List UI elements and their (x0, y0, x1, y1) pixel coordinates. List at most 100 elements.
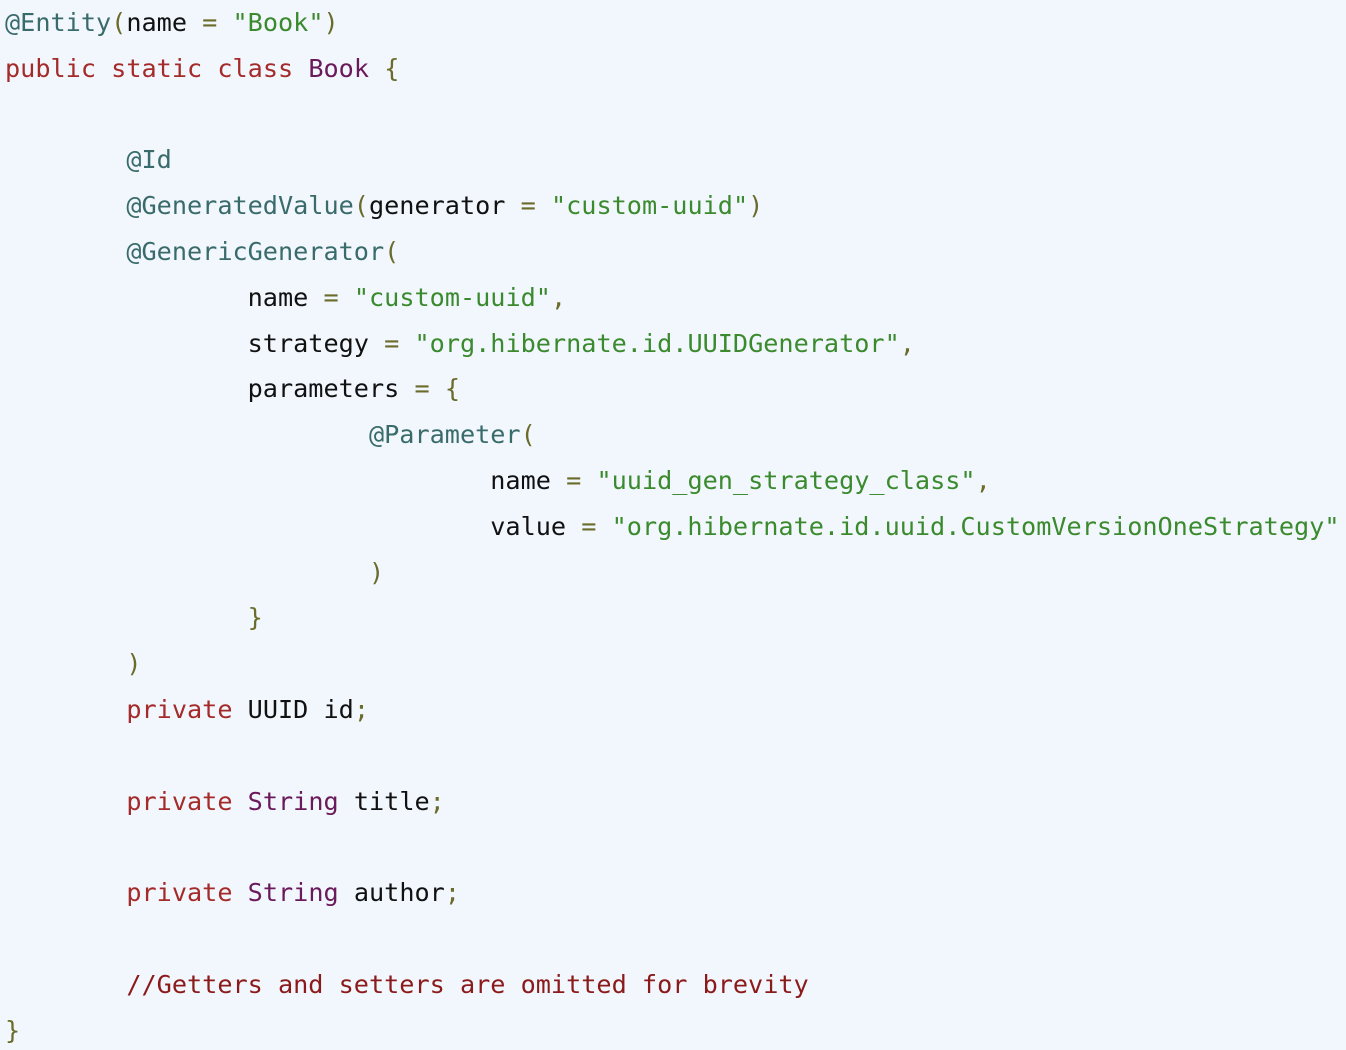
code-token-keyword: private (126, 786, 233, 816)
code-token-punct: , (550, 282, 567, 312)
code-token-keyword: private (126, 694, 233, 724)
code-token-ident: id (323, 694, 354, 724)
code-token-punct: ; (429, 786, 445, 816)
code-token-operator: = (323, 282, 339, 312)
code-token-operator: = (520, 191, 536, 221)
code-line: @GenericGenerator( (5, 229, 1346, 275)
code-token-punct: { (384, 53, 400, 83)
code-token-ident: UUID (247, 694, 309, 724)
code-token-punct: ( (111, 8, 127, 37)
code-token-operator: = (566, 465, 582, 495)
code-token-punct: } (247, 603, 263, 633)
code-token-punct: ( (353, 191, 369, 221)
code-token-punct: , (975, 465, 991, 495)
code-editor[interactable]: @Entity(name = "Book") public static clas… (0, 0, 1346, 1050)
code-token-keyword: private (126, 878, 233, 908)
code-token-punct: ( (520, 420, 536, 450)
code-token-ident: value (490, 511, 567, 541)
code-line: @Id (5, 137, 1346, 183)
code-line: strategy = "org.hibernate.id.UUIDGenerat… (5, 321, 1346, 367)
code-token-string: "org.hibernate.id.UUIDGenerator" (414, 328, 900, 358)
code-token-annotation: @GenericGenerator (126, 236, 385, 266)
code-token-annotation: @Entity (5, 8, 112, 37)
code-token-operator: = (581, 511, 597, 541)
code-line: private String title; (5, 779, 1346, 825)
code-line: private UUID id; (5, 687, 1346, 733)
code-token-ident: parameters (247, 374, 400, 404)
code-token-ident: title (353, 786, 430, 816)
code-line: name = "uuid_gen_strategy_class", (5, 458, 1346, 504)
code-token-string: "custom-uuid" (550, 191, 749, 221)
code-line: parameters = { (5, 366, 1346, 412)
code-token-punct: { (444, 374, 460, 404)
code-token-punct: , (899, 328, 915, 358)
code-token-ident: generator (368, 191, 506, 221)
code-token-type: String (247, 878, 339, 908)
code-line: @Entity(name = "Book") (5, 0, 1346, 46)
code-token-ident: author (353, 878, 445, 908)
code-line: public static class Book { (5, 46, 1346, 92)
code-token-annotation: @Id (126, 145, 172, 175)
code-line: } (5, 1008, 1346, 1050)
code-token-annotation: @GeneratedValue (126, 191, 354, 221)
code-token-punct: ( (384, 236, 400, 266)
code-token-string: "uuid_gen_strategy_class" (596, 465, 976, 495)
code-line: value = "org.hibernate.id.uuid.CustomVer… (5, 504, 1346, 550)
code-token-punct: ) (323, 8, 339, 37)
code-token-punct: ) (748, 191, 764, 221)
code-token-annotation: @Parameter (368, 420, 521, 450)
code-line: private String author; (5, 870, 1346, 916)
code-line: ) (5, 550, 1346, 596)
code-token-ident: name (126, 8, 187, 37)
code-line: @GeneratedValue(generator = "custom-uuid… (5, 183, 1346, 229)
code-token-ident: name (490, 465, 551, 495)
code-token-punct: ) (126, 649, 142, 679)
code-token-operator: = (384, 328, 400, 358)
code-token-comment: //Getters and setters are omitted for br… (126, 969, 809, 999)
code-token-punct: ) (368, 557, 385, 587)
code-line: } (5, 595, 1346, 641)
code-token-string: "Book" (232, 8, 324, 37)
code-line: @Parameter( (5, 412, 1346, 458)
code-token-punct: } (5, 1015, 21, 1045)
code-token-operator: = (414, 374, 430, 404)
code-token-ident: name (247, 282, 309, 312)
code-token-punct: ; (444, 878, 460, 908)
